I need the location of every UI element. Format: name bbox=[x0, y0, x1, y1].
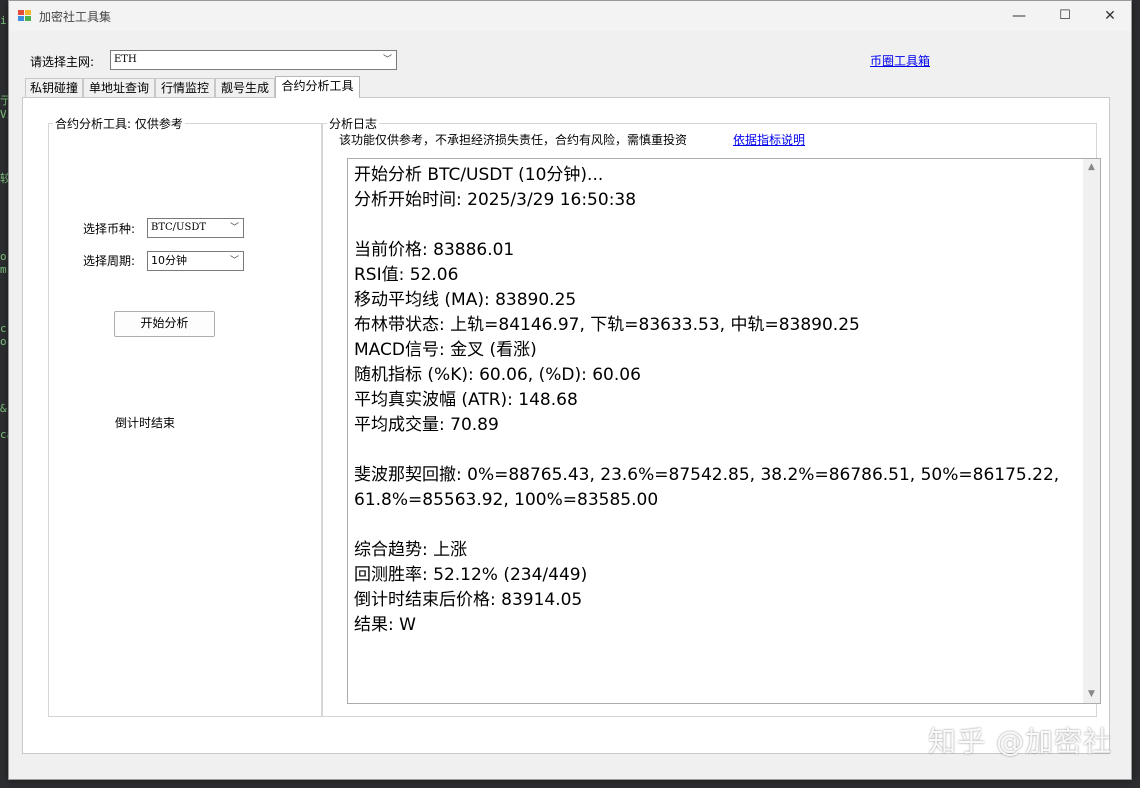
app-icon bbox=[18, 10, 32, 22]
analysis-log-textbox[interactable]: 开始分析 BTC/USDT (10分钟)... 分析开始时间: 2025/3/29… bbox=[347, 158, 1101, 704]
log-line: RSI值: 52.06 bbox=[354, 265, 459, 285]
chevron-down-icon: ﹀ bbox=[382, 55, 392, 65]
window-title: 加密社工具集 bbox=[39, 10, 112, 24]
log-line: 结果: W bbox=[354, 615, 416, 635]
log-scrollbar[interactable]: ▲ ▼ bbox=[1083, 159, 1100, 703]
minimize-button[interactable]: — bbox=[996, 1, 1042, 31]
indicator-explanation-link[interactable]: 依据指标说明 bbox=[733, 131, 805, 148]
network-select[interactable]: ETH ﹀ bbox=[110, 50, 397, 70]
period-select[interactable]: 10分钟 ﹀ bbox=[147, 251, 244, 271]
app-window: 加密社工具集 — ☐ ✕ 请选择主网: ETH ﹀ 币圈工具箱 私钥碰撞 单地址… bbox=[8, 0, 1132, 780]
tab-market-monitor[interactable]: 行情监控 bbox=[155, 78, 215, 98]
analysis-settings-title: 合约分析工具: 仅供参考 bbox=[53, 115, 185, 132]
scroll-up-arrow-icon[interactable]: ▲ bbox=[1083, 159, 1100, 176]
tab-address-lookup[interactable]: 单地址查询 bbox=[83, 78, 155, 98]
start-analysis-button[interactable]: 开始分析 bbox=[114, 311, 215, 337]
log-line: 综合趋势: 上涨 bbox=[354, 540, 468, 560]
analysis-log-content: 开始分析 BTC/USDT (10分钟)... 分析开始时间: 2025/3/29… bbox=[354, 163, 1082, 638]
maximize-button[interactable]: ☐ bbox=[1042, 1, 1088, 31]
log-line: 平均真实波幅 (ATR): 148.68 bbox=[354, 390, 578, 410]
disclaimer-text: 该功能仅供参考，不承担经济损失责任，合约有风险，需慎重投资 bbox=[339, 133, 688, 147]
network-label: 请选择主网: bbox=[30, 55, 95, 69]
countdown-text: 倒计时结束 bbox=[115, 416, 176, 430]
coin-label: 选择币种: bbox=[83, 222, 136, 236]
chevron-down-icon: ﹀ bbox=[229, 256, 239, 266]
log-line: 随机指标 (%K): 60.06, (%D): 60.06 bbox=[354, 365, 641, 385]
chevron-down-icon: ﹀ bbox=[229, 223, 239, 233]
toolbox-link[interactable]: 币圈工具箱 bbox=[870, 52, 930, 69]
title-bar: 加密社工具集 — ☐ ✕ bbox=[9, 1, 1131, 31]
log-line: 斐波那契回撤: 0%=88765.43, 23.6%=87542.85, 38.… bbox=[354, 465, 1065, 510]
tab-vanity-address[interactable]: 靓号生成 bbox=[215, 78, 275, 98]
watermark: 知乎 @加密社 bbox=[928, 725, 1112, 758]
log-line: 移动平均线 (MA): 83890.25 bbox=[354, 290, 577, 310]
log-line: 倒计时结束后价格: 83914.05 bbox=[354, 590, 583, 610]
coin-select[interactable]: BTC/USDT ﹀ bbox=[147, 218, 244, 238]
log-line: 平均成交量: 70.89 bbox=[354, 415, 499, 435]
log-line: 回测胜率: 52.12% (234/449) bbox=[354, 565, 588, 585]
analysis-log-title: 分析日志 bbox=[327, 115, 380, 132]
log-line: 分析开始时间: 2025/3/29 16:50:38 bbox=[354, 190, 637, 210]
tab-contract-analysis[interactable]: 合约分析工具 bbox=[275, 76, 360, 98]
scroll-down-arrow-icon[interactable]: ▼ bbox=[1083, 686, 1100, 703]
network-select-value: ETH bbox=[114, 54, 137, 65]
log-line: MACD信号: 金叉 (看涨) bbox=[354, 340, 537, 360]
log-line: 当前价格: 83886.01 bbox=[354, 240, 515, 260]
analysis-settings-group bbox=[48, 123, 322, 717]
tab-private-key-collision[interactable]: 私钥碰撞 bbox=[25, 78, 83, 98]
log-line: 开始分析 BTC/USDT (10分钟)... bbox=[354, 165, 604, 185]
period-select-value: 10分钟 bbox=[151, 254, 187, 267]
period-label: 选择周期: bbox=[83, 254, 136, 268]
close-button[interactable]: ✕ bbox=[1087, 1, 1133, 31]
coin-select-value: BTC/USDT bbox=[151, 222, 207, 233]
log-line: 布林带状态: 上轨=84146.97, 下轨=83633.53, 中轨=8389… bbox=[354, 315, 860, 335]
